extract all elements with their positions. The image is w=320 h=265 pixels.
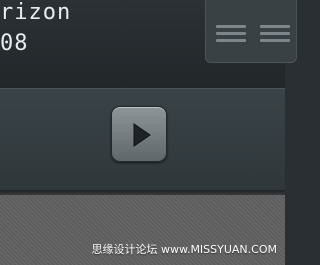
list-icon[interactable] (260, 25, 290, 49)
track-info-panel: rizon 08 (0, 0, 297, 89)
play-button[interactable] (111, 106, 167, 162)
watermark-text: 思缘设计论坛 www.MISSYUAN.COM (91, 243, 277, 256)
track-subtitle: 08 (0, 31, 29, 56)
playlist-card[interactable] (205, 0, 297, 63)
list-icon[interactable] (216, 25, 246, 49)
track-title: rizon (0, 0, 72, 25)
play-icon (133, 123, 151, 147)
